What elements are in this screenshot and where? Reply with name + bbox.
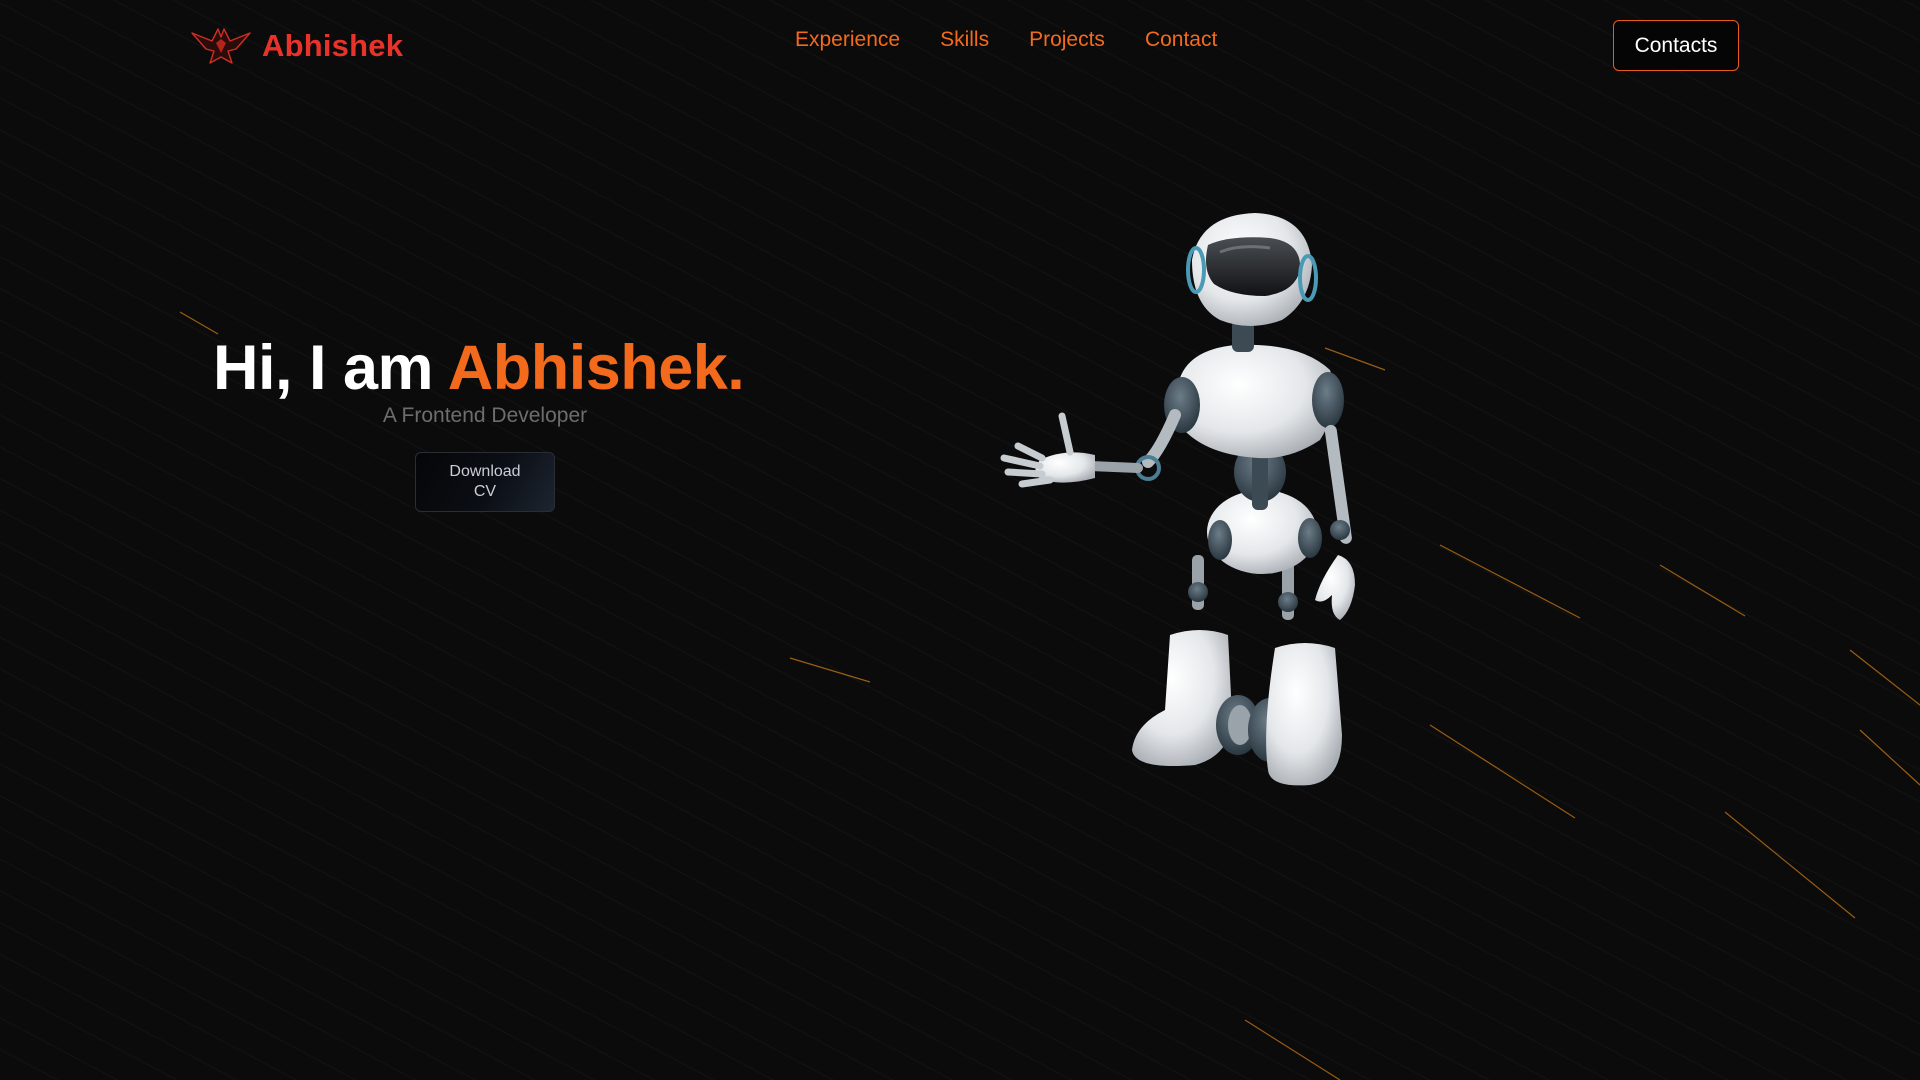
navbar: Abhishek Experience Skills Projects Cont… xyxy=(0,0,1920,92)
download-cv-button[interactable]: Download CV xyxy=(415,452,555,512)
nav-links: Experience Skills Projects Contact xyxy=(795,28,1217,52)
contacts-button[interactable]: Contacts xyxy=(1613,20,1739,71)
nav-link-projects[interactable]: Projects xyxy=(1029,28,1105,52)
portfolio-page: Abhishek Experience Skills Projects Cont… xyxy=(0,0,1920,1080)
nav-link-contact[interactable]: Contact xyxy=(1145,28,1217,52)
hero-greeting: Hi, I am xyxy=(213,333,448,403)
eagle-logo-icon xyxy=(191,28,251,64)
robot-illustration xyxy=(1000,213,1355,786)
brand-name: Abhishek xyxy=(262,28,404,63)
hero-subtitle: A Frontend Developer xyxy=(382,404,588,427)
background-streaks xyxy=(179,311,1920,1080)
hero-name: Abhishek. xyxy=(447,333,745,403)
nav-link-experience[interactable]: Experience xyxy=(795,28,900,52)
download-cv-label: Download CV xyxy=(449,463,521,500)
hero-title: Hi, I am Abhishek. xyxy=(213,332,745,404)
nav-link-skills[interactable]: Skills xyxy=(940,28,989,52)
brand[interactable]: Abhishek xyxy=(190,22,403,70)
